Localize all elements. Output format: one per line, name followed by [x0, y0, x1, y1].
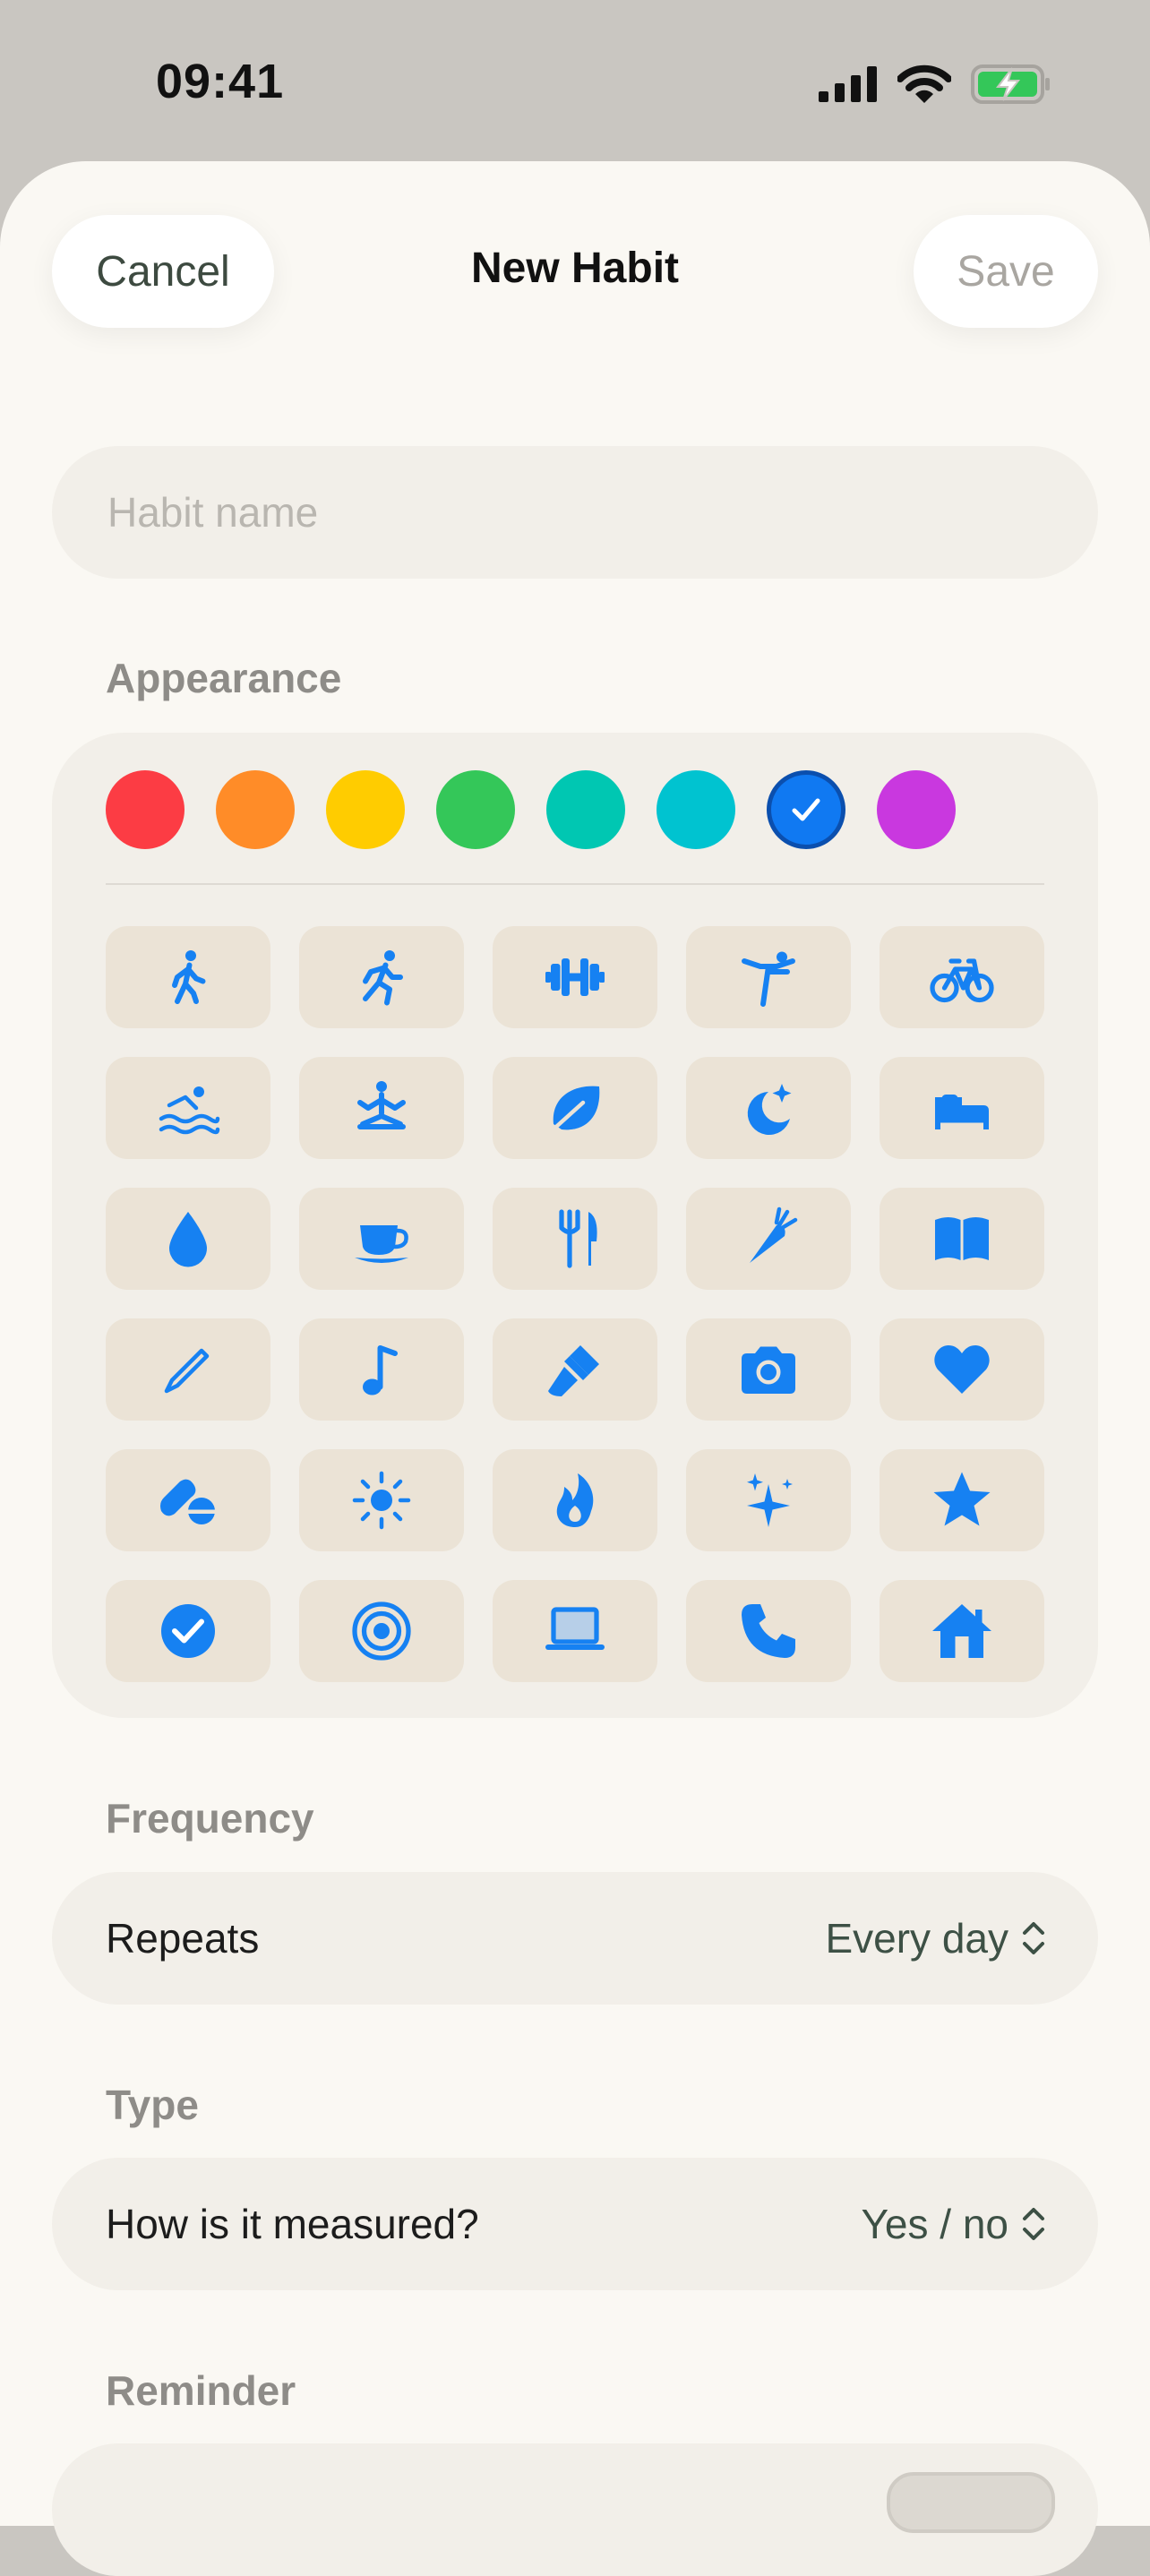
- icon-option-moon-stars[interactable]: [686, 1057, 851, 1159]
- type-section-label: Type: [106, 2082, 199, 2128]
- color-swatch[interactable]: [657, 770, 735, 849]
- color-swatch[interactable]: [326, 770, 405, 849]
- color-swatch[interactable]: [436, 770, 515, 849]
- icon-option-paintbrush[interactable]: [493, 1318, 657, 1421]
- chevron-up-down-icon: [1023, 1922, 1044, 1954]
- status-time: 09:41: [156, 55, 285, 108]
- carrot-icon: [750, 1206, 798, 1263]
- icon-option-fork-knife[interactable]: [493, 1188, 657, 1290]
- music-note-icon: [363, 1345, 398, 1395]
- repeats-value[interactable]: Every day: [825, 1914, 1046, 1962]
- color-swatch[interactable]: [546, 770, 625, 849]
- bed-icon: [935, 1095, 989, 1129]
- icon-option-heart[interactable]: [880, 1318, 1044, 1421]
- icon-option-book[interactable]: [880, 1188, 1044, 1290]
- measure-type-value-text: Yes / no: [861, 2201, 1008, 2247]
- fork-knife-icon: [559, 1209, 597, 1268]
- icon-option-bed[interactable]: [880, 1057, 1044, 1159]
- frequency-section-label: Frequency: [106, 1795, 314, 1842]
- icon-option-pills[interactable]: [106, 1449, 270, 1551]
- color-swatch[interactable]: [216, 770, 295, 849]
- checkmark-icon: [792, 798, 820, 821]
- star-icon: [933, 1472, 991, 1526]
- sparkles-icon: [747, 1473, 793, 1527]
- house-icon: [932, 1604, 991, 1658]
- icon-option-running[interactable]: [299, 926, 464, 1028]
- icon-option-leaf[interactable]: [493, 1057, 657, 1159]
- book-icon: [935, 1217, 989, 1260]
- icon-option-coffee-cup[interactable]: [299, 1188, 464, 1290]
- icon-option-house[interactable]: [880, 1580, 1044, 1682]
- icon-option-swimming[interactable]: [106, 1057, 270, 1159]
- icon-option-meditation[interactable]: [299, 1057, 464, 1159]
- icon-option-star[interactable]: [880, 1449, 1044, 1551]
- leaf-icon: [553, 1086, 600, 1130]
- pencil-icon: [164, 1348, 210, 1394]
- pills-icon: [160, 1479, 215, 1524]
- icon-option-flame[interactable]: [493, 1449, 657, 1551]
- running-icon: [363, 950, 403, 1006]
- target-icon: [352, 1601, 411, 1661]
- icon-option-camera[interactable]: [686, 1318, 851, 1421]
- repeats-label: Repeats: [106, 1915, 260, 1962]
- icon-grid: [106, 926, 1044, 1682]
- checkmark-circle-icon: [161, 1604, 215, 1658]
- repeats-row[interactable]: Repeats Every day: [52, 1872, 1098, 2005]
- save-button[interactable]: Save: [914, 215, 1098, 328]
- measure-type-value[interactable]: Yes / no: [861, 2200, 1046, 2248]
- battery-charging-icon: [971, 64, 1050, 104]
- icon-option-phone[interactable]: [686, 1580, 851, 1682]
- walking-icon: [172, 950, 206, 1004]
- flame-icon: [556, 1473, 594, 1527]
- icon-option-yoga[interactable]: [686, 926, 851, 1028]
- heart-icon: [934, 1345, 990, 1394]
- color-swatch[interactable]: [877, 770, 956, 849]
- phone-icon: [742, 1604, 795, 1658]
- icon-option-checkmark-circle[interactable]: [106, 1580, 270, 1682]
- laptop-icon: [545, 1607, 605, 1650]
- icon-option-water-drop[interactable]: [106, 1188, 270, 1290]
- habit-name-field[interactable]: [52, 446, 1098, 579]
- color-swatch[interactable]: [767, 770, 845, 849]
- appearance-card: [52, 733, 1098, 1718]
- water-drop-icon: [169, 1212, 207, 1267]
- meditation-icon: [357, 1081, 406, 1129]
- coffee-cup-icon: [355, 1225, 408, 1263]
- habit-name-input[interactable]: [106, 487, 1098, 537]
- status-icons: [819, 64, 1051, 104]
- reminder-toggle[interactable]: [887, 2472, 1055, 2533]
- camera-icon: [742, 1346, 795, 1394]
- icon-option-sparkles[interactable]: [686, 1449, 851, 1551]
- wifi-icon: [897, 64, 951, 103]
- color-swatch-row: [106, 770, 956, 849]
- repeats-value-text: Every day: [825, 1915, 1008, 1962]
- cellular-signal-icon: [819, 66, 877, 102]
- icon-option-target[interactable]: [299, 1580, 464, 1682]
- icon-option-sun[interactable]: [299, 1449, 464, 1551]
- moon-stars-icon: [747, 1084, 792, 1135]
- reminder-section-label: Reminder: [106, 2367, 296, 2414]
- appearance-section-label: Appearance: [106, 655, 342, 701]
- icon-option-music-note[interactable]: [299, 1318, 464, 1421]
- dumbbell-icon: [545, 958, 605, 996]
- measure-type-label: How is it measured?: [106, 2201, 479, 2247]
- measure-type-row[interactable]: How is it measured? Yes / no: [52, 2158, 1098, 2290]
- icon-option-carrot[interactable]: [686, 1188, 851, 1290]
- icon-option-dumbbell[interactable]: [493, 926, 657, 1028]
- icon-option-pencil[interactable]: [106, 1318, 270, 1421]
- color-swatch[interactable]: [106, 770, 185, 849]
- sun-icon: [352, 1471, 411, 1530]
- bicycle-icon: [930, 958, 994, 1003]
- chevron-up-down-icon: [1023, 2208, 1044, 2240]
- appearance-divider: [106, 883, 1044, 885]
- swimming-icon: [159, 1086, 220, 1135]
- yoga-icon: [742, 951, 795, 1007]
- icon-option-walking[interactable]: [106, 926, 270, 1028]
- icon-option-bicycle[interactable]: [880, 926, 1044, 1028]
- paintbrush-icon: [548, 1345, 599, 1396]
- icon-option-laptop[interactable]: [493, 1580, 657, 1682]
- status-bar: 09:41: [0, 0, 1150, 161]
